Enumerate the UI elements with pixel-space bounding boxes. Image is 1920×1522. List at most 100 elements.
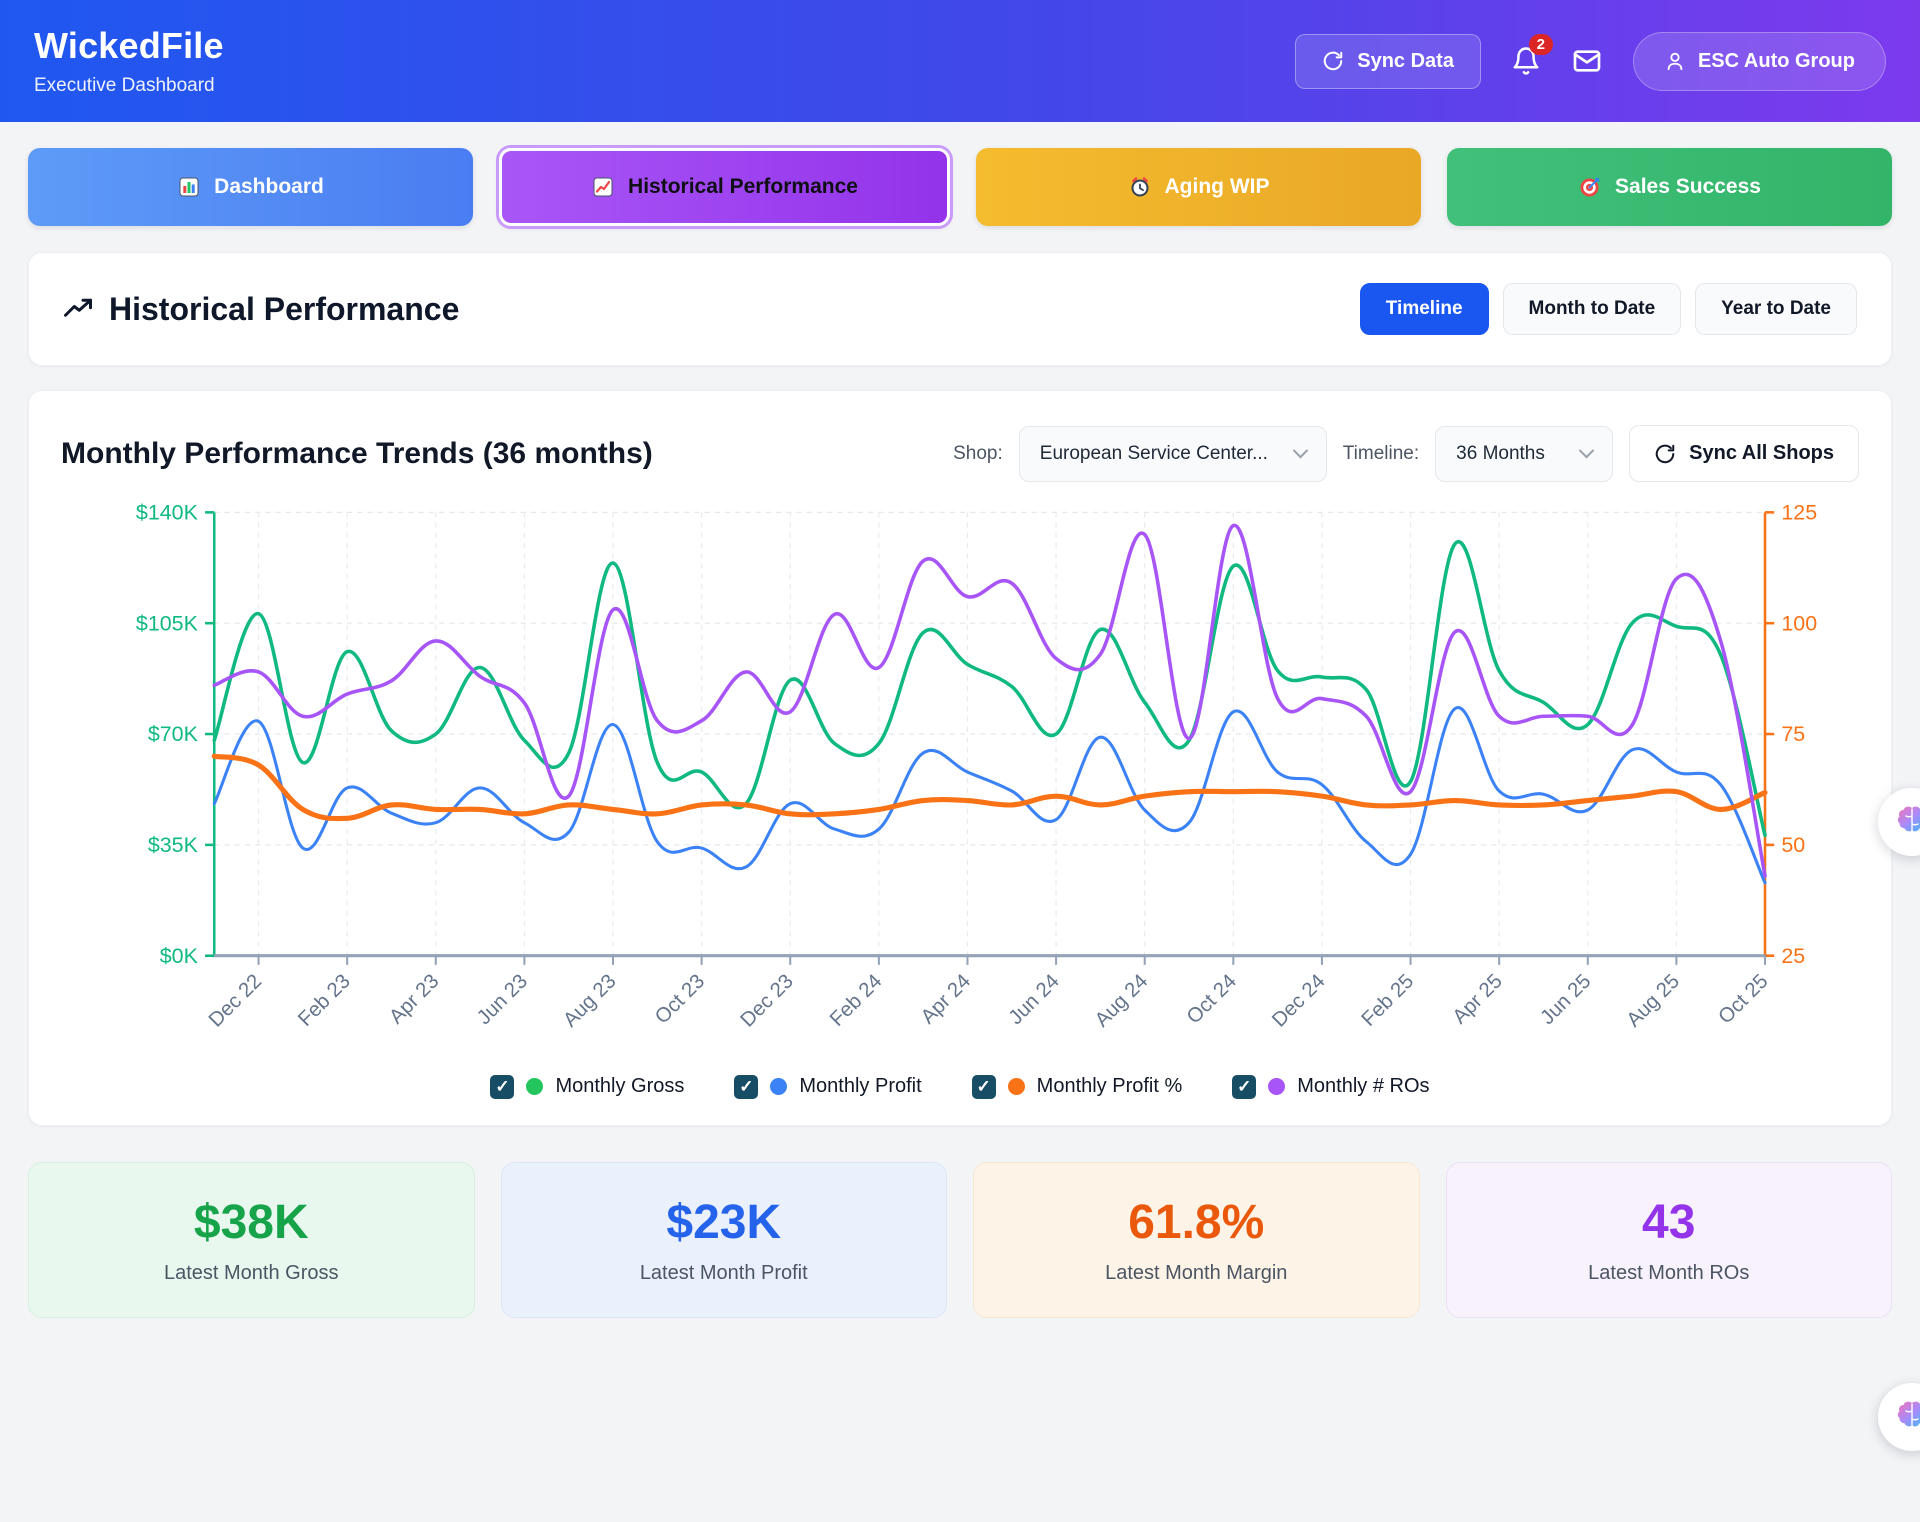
legend-checkbox[interactable]: ✓ (1232, 1075, 1256, 1099)
bar-chart-icon (177, 175, 201, 199)
chart-increasing-icon (591, 175, 615, 199)
tab-label: Sales Success (1615, 175, 1761, 199)
stat-latest-month-gross: $38K Latest Month Gross (28, 1162, 475, 1318)
alarm-clock-icon (1128, 175, 1152, 199)
tab-label: Aging WIP (1165, 175, 1270, 199)
sync-data-button[interactable]: Sync Data (1295, 34, 1481, 89)
trend-chart: $0K$35K$70K$105K$140K255075100125Dec 22F… (61, 496, 1859, 1053)
svg-text:Feb 25: Feb 25 (1358, 970, 1419, 1031)
svg-text:$140K: $140K (136, 500, 199, 524)
sync-all-shops-label: Sync All Shops (1689, 442, 1834, 465)
svg-text:Apr 24: Apr 24 (917, 970, 975, 1028)
stat-latest-month-profit: $23K Latest Month Profit (501, 1162, 948, 1318)
tab-historical-performance[interactable]: Historical Performance (499, 148, 950, 226)
chevron-down-icon (1293, 443, 1309, 459)
chevron-down-icon (1579, 443, 1595, 459)
legend-color-dot (526, 1078, 543, 1095)
svg-text:25: 25 (1781, 944, 1805, 968)
app-title: WickedFile (34, 25, 224, 67)
stat-cards-row: $38K Latest Month Gross $23K Latest Mont… (28, 1162, 1892, 1318)
sync-data-label: Sync Data (1357, 50, 1454, 73)
legend-checkbox[interactable]: ✓ (490, 1075, 514, 1099)
svg-text:50: 50 (1781, 833, 1805, 857)
svg-text:Jun 25: Jun 25 (1536, 970, 1595, 1029)
notification-badge: 2 (1529, 34, 1553, 55)
legend-color-dot (1268, 1078, 1285, 1095)
tab-dashboard[interactable]: Dashboard (28, 148, 473, 226)
svg-text:Feb 24: Feb 24 (826, 970, 887, 1031)
stat-value: $23K (520, 1195, 929, 1250)
tab-label: Historical Performance (628, 175, 858, 199)
view-switcher: Timeline Month to Date Year to Date (1360, 283, 1857, 335)
svg-text:Apr 25: Apr 25 (1449, 970, 1507, 1028)
shop-select[interactable]: European Service Center... (1019, 426, 1327, 482)
account-label: ESC Auto Group (1698, 50, 1855, 73)
svg-text:Aug 23: Aug 23 (559, 970, 620, 1031)
chart-legend: ✓ Monthly Gross ✓ Monthly Profit ✓ Monthly Pr… (61, 1075, 1859, 1099)
brain-icon (1894, 1399, 1920, 1435)
refresh-icon (1654, 443, 1676, 465)
mail-icon (1571, 45, 1603, 77)
svg-text:75: 75 (1781, 722, 1805, 746)
legend-checkbox[interactable]: ✓ (734, 1075, 758, 1099)
svg-text:Oct 24: Oct 24 (1183, 970, 1241, 1028)
timeline-label: Timeline: (1343, 443, 1419, 465)
chart-title: Monthly Performance Trends (36 months) (61, 437, 653, 471)
svg-text:Dec 23: Dec 23 (737, 970, 798, 1031)
stat-label: Latest Month Gross (47, 1262, 456, 1285)
stat-label: Latest Month Margin (992, 1262, 1401, 1285)
svg-text:Oct 23: Oct 23 (651, 970, 709, 1028)
svg-text:Aug 24: Aug 24 (1091, 970, 1152, 1031)
legend-checkbox[interactable]: ✓ (972, 1075, 996, 1099)
svg-text:Aug 25: Aug 25 (1623, 970, 1684, 1031)
view-month-to-date-button[interactable]: Month to Date (1503, 283, 1682, 335)
legend-color-dot (1008, 1078, 1025, 1095)
stat-label: Latest Month Profit (520, 1262, 929, 1285)
refresh-icon (1322, 50, 1344, 72)
view-year-to-date-button[interactable]: Year to Date (1695, 283, 1857, 335)
sync-all-shops-button[interactable]: Sync All Shops (1629, 425, 1859, 482)
brand: WickedFile Executive Dashboard (34, 25, 224, 97)
svg-text:$105K: $105K (136, 611, 199, 635)
user-icon (1664, 50, 1686, 72)
legend-item-monthly-profit-[interactable]: ✓ Monthly Profit % (972, 1075, 1183, 1099)
svg-text:Feb 23: Feb 23 (294, 970, 355, 1031)
svg-text:Jun 24: Jun 24 (1005, 970, 1064, 1029)
svg-text:100: 100 (1781, 611, 1817, 635)
svg-text:125: 125 (1781, 500, 1817, 524)
stat-latest-month-ros: 43 Latest Month ROs (1446, 1162, 1893, 1318)
svg-text:$70K: $70K (148, 722, 199, 746)
account-button[interactable]: ESC Auto Group (1633, 32, 1886, 91)
legend-label: Monthly Profit (799, 1075, 921, 1098)
legend-item-monthly-profit[interactable]: ✓ Monthly Profit (734, 1075, 921, 1099)
tab-label: Dashboard (214, 175, 324, 199)
stat-label: Latest Month ROs (1465, 1262, 1874, 1285)
stat-value: 43 (1465, 1195, 1874, 1250)
chart-controls: Shop: European Service Center... Timelin… (953, 425, 1859, 482)
notifications-button[interactable]: 2 (1511, 46, 1541, 76)
legend-label: Monthly Profit % (1037, 1075, 1183, 1098)
legend-item-monthly-ros[interactable]: ✓ Monthly # ROs (1232, 1075, 1429, 1099)
assistant-floating-button[interactable] (1878, 1383, 1920, 1451)
chart-area: $0K$35K$70K$105K$140K255075100125Dec 22F… (61, 496, 1859, 1053)
app-subtitle: Executive Dashboard (34, 75, 224, 97)
svg-text:Jun 23: Jun 23 (473, 970, 532, 1029)
legend-item-monthly-gross[interactable]: ✓ Monthly Gross (490, 1075, 684, 1099)
tab-sales-success[interactable]: Sales Success (1447, 148, 1892, 226)
target-icon (1578, 175, 1602, 199)
shop-label: Shop: (953, 443, 1003, 465)
svg-text:Dec 22: Dec 22 (205, 970, 266, 1031)
timeline-select-value: 36 Months (1456, 443, 1545, 465)
brain-icon (1894, 804, 1920, 840)
legend-label: Monthly # ROs (1297, 1075, 1429, 1098)
app-header: WickedFile Executive Dashboard Sync Data… (0, 0, 1920, 122)
messages-button[interactable] (1571, 45, 1603, 77)
stat-latest-month-margin: 61.8% Latest Month Margin (973, 1162, 1420, 1318)
timeline-select[interactable]: 36 Months (1435, 426, 1613, 482)
page-title: Historical Performance (63, 291, 459, 328)
view-timeline-button[interactable]: Timeline (1360, 283, 1489, 335)
tab-aging-wip[interactable]: Aging WIP (976, 148, 1421, 226)
tab-bar: Dashboard Historical Performance Aging W… (0, 122, 1920, 226)
section-header-card: Historical Performance Timeline Month to… (28, 252, 1892, 366)
legend-label: Monthly Gross (555, 1075, 684, 1098)
